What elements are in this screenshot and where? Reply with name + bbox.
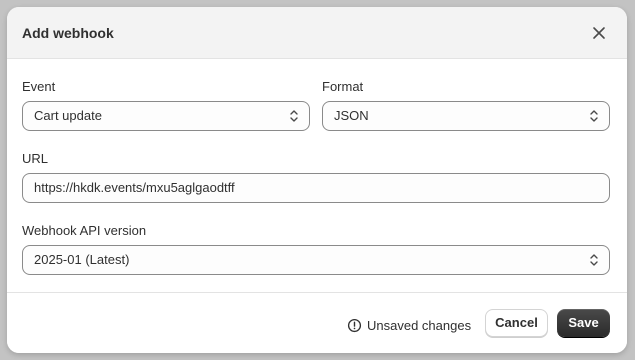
event-select[interactable]: Cart update xyxy=(22,101,310,131)
unsaved-changes-status: Unsaved changes xyxy=(347,316,471,334)
api-version-label: Webhook API version xyxy=(22,223,147,238)
modal-footer: Unsaved changes Cancel Save xyxy=(7,292,627,353)
cancel-button[interactable]: Cancel xyxy=(485,309,548,337)
event-label: Event xyxy=(22,79,56,94)
chevron-up-down-icon xyxy=(590,254,598,266)
event-select-value: Cart update xyxy=(34,108,102,123)
alert-circle-icon xyxy=(347,318,362,332)
save-button[interactable]: Save xyxy=(557,309,610,337)
format-select-value: JSON xyxy=(334,108,369,123)
chevron-up-down-icon xyxy=(590,110,598,122)
api-version-select[interactable]: 2025-01 (Latest) xyxy=(22,245,610,275)
api-version-select-value: 2025-01 (Latest) xyxy=(34,252,130,267)
modal-title: Add webhook xyxy=(22,25,114,41)
format-select[interactable]: JSON xyxy=(322,101,610,131)
close-icon xyxy=(593,27,605,39)
close-button[interactable] xyxy=(589,23,609,43)
modal-header: Add webhook xyxy=(7,7,627,59)
url-label: URL xyxy=(22,151,49,166)
url-input-value: https://hkdk.events/mxu5aglgaodtff xyxy=(34,180,235,195)
unsaved-changes-text: Unsaved changes xyxy=(367,317,472,333)
url-input[interactable]: https://hkdk.events/mxu5aglgaodtff xyxy=(22,173,610,203)
add-webhook-modal: Add webhook Event Cart update Format JSO… xyxy=(7,7,627,353)
chevron-up-down-icon xyxy=(290,110,298,122)
format-label: Format xyxy=(322,79,364,94)
